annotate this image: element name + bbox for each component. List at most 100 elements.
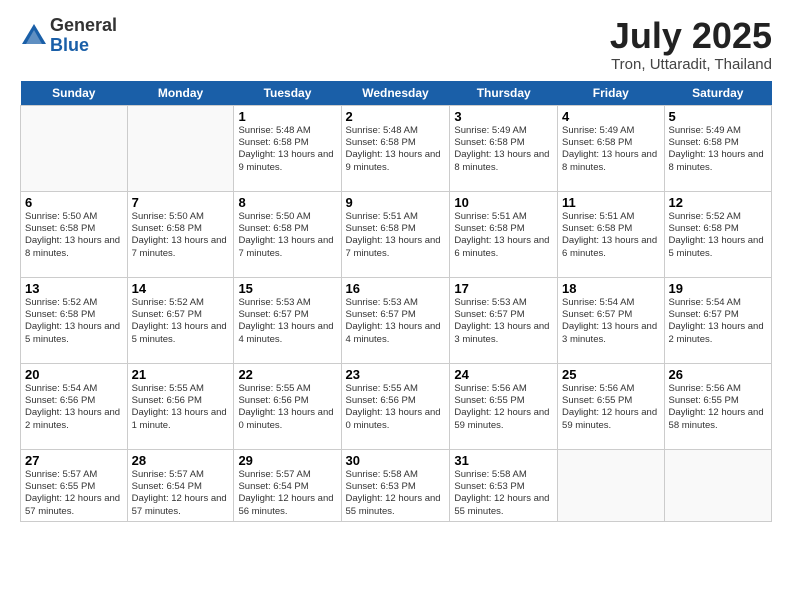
- table-row: 26Sunrise: 5:56 AM Sunset: 6:55 PM Dayli…: [664, 363, 771, 449]
- table-row: 23Sunrise: 5:55 AM Sunset: 6:56 PM Dayli…: [341, 363, 450, 449]
- day-info: Sunrise: 5:52 AM Sunset: 6:57 PM Dayligh…: [132, 297, 230, 346]
- day-info: Sunrise: 5:53 AM Sunset: 6:57 PM Dayligh…: [238, 297, 336, 346]
- table-row: 24Sunrise: 5:56 AM Sunset: 6:55 PM Dayli…: [450, 363, 558, 449]
- table-row: 14Sunrise: 5:52 AM Sunset: 6:57 PM Dayli…: [127, 277, 234, 363]
- day-info: Sunrise: 5:50 AM Sunset: 6:58 PM Dayligh…: [132, 211, 230, 260]
- table-row: 1Sunrise: 5:48 AM Sunset: 6:58 PM Daylig…: [234, 105, 341, 191]
- day-info: Sunrise: 5:54 AM Sunset: 6:57 PM Dayligh…: [669, 297, 767, 346]
- table-row: 13Sunrise: 5:52 AM Sunset: 6:58 PM Dayli…: [21, 277, 128, 363]
- header-row: Sunday Monday Tuesday Wednesday Thursday…: [21, 81, 772, 106]
- header-saturday: Saturday: [664, 81, 771, 106]
- day-number: 7: [132, 195, 230, 210]
- day-number: 17: [454, 281, 553, 296]
- day-number: 13: [25, 281, 123, 296]
- table-row: 6Sunrise: 5:50 AM Sunset: 6:58 PM Daylig…: [21, 191, 128, 277]
- day-number: 9: [346, 195, 446, 210]
- week-row-3: 13Sunrise: 5:52 AM Sunset: 6:58 PM Dayli…: [21, 277, 772, 363]
- logo-text: General Blue: [50, 16, 117, 56]
- day-number: 15: [238, 281, 336, 296]
- subtitle: Tron, Uttaradit, Thailand: [610, 56, 772, 73]
- day-info: Sunrise: 5:54 AM Sunset: 6:57 PM Dayligh…: [562, 297, 660, 346]
- week-row-2: 6Sunrise: 5:50 AM Sunset: 6:58 PM Daylig…: [21, 191, 772, 277]
- day-number: 3: [454, 109, 553, 124]
- logo-general: General: [50, 16, 117, 36]
- week-row-4: 20Sunrise: 5:54 AM Sunset: 6:56 PM Dayli…: [21, 363, 772, 449]
- day-number: 5: [669, 109, 767, 124]
- day-number: 23: [346, 367, 446, 382]
- day-info: Sunrise: 5:51 AM Sunset: 6:58 PM Dayligh…: [562, 211, 660, 260]
- day-info: Sunrise: 5:54 AM Sunset: 6:56 PM Dayligh…: [25, 383, 123, 432]
- table-row: 7Sunrise: 5:50 AM Sunset: 6:58 PM Daylig…: [127, 191, 234, 277]
- table-row: [21, 105, 128, 191]
- day-number: 1: [238, 109, 336, 124]
- table-row: 3Sunrise: 5:49 AM Sunset: 6:58 PM Daylig…: [450, 105, 558, 191]
- day-info: Sunrise: 5:49 AM Sunset: 6:58 PM Dayligh…: [562, 125, 660, 174]
- header-wednesday: Wednesday: [341, 81, 450, 106]
- table-row: [127, 105, 234, 191]
- week-row-5: 27Sunrise: 5:57 AM Sunset: 6:55 PM Dayli…: [21, 449, 772, 521]
- table-row: 10Sunrise: 5:51 AM Sunset: 6:58 PM Dayli…: [450, 191, 558, 277]
- table-row: 22Sunrise: 5:55 AM Sunset: 6:56 PM Dayli…: [234, 363, 341, 449]
- day-info: Sunrise: 5:56 AM Sunset: 6:55 PM Dayligh…: [669, 383, 767, 432]
- table-row: 9Sunrise: 5:51 AM Sunset: 6:58 PM Daylig…: [341, 191, 450, 277]
- day-info: Sunrise: 5:55 AM Sunset: 6:56 PM Dayligh…: [238, 383, 336, 432]
- table-row: 11Sunrise: 5:51 AM Sunset: 6:58 PM Dayli…: [558, 191, 665, 277]
- table-row: 31Sunrise: 5:58 AM Sunset: 6:53 PM Dayli…: [450, 449, 558, 521]
- day-number: 21: [132, 367, 230, 382]
- day-number: 10: [454, 195, 553, 210]
- day-number: 8: [238, 195, 336, 210]
- day-number: 6: [25, 195, 123, 210]
- day-number: 25: [562, 367, 660, 382]
- table-row: 8Sunrise: 5:50 AM Sunset: 6:58 PM Daylig…: [234, 191, 341, 277]
- day-number: 19: [669, 281, 767, 296]
- day-number: 18: [562, 281, 660, 296]
- day-number: 4: [562, 109, 660, 124]
- table-row: 15Sunrise: 5:53 AM Sunset: 6:57 PM Dayli…: [234, 277, 341, 363]
- day-info: Sunrise: 5:52 AM Sunset: 6:58 PM Dayligh…: [669, 211, 767, 260]
- day-info: Sunrise: 5:53 AM Sunset: 6:57 PM Dayligh…: [454, 297, 553, 346]
- table-row: 2Sunrise: 5:48 AM Sunset: 6:58 PM Daylig…: [341, 105, 450, 191]
- table-row: 29Sunrise: 5:57 AM Sunset: 6:54 PM Dayli…: [234, 449, 341, 521]
- title-block: July 2025 Tron, Uttaradit, Thailand: [610, 16, 772, 73]
- day-info: Sunrise: 5:55 AM Sunset: 6:56 PM Dayligh…: [346, 383, 446, 432]
- day-number: 11: [562, 195, 660, 210]
- day-info: Sunrise: 5:58 AM Sunset: 6:53 PM Dayligh…: [346, 469, 446, 518]
- day-info: Sunrise: 5:48 AM Sunset: 6:58 PM Dayligh…: [238, 125, 336, 174]
- day-number: 29: [238, 453, 336, 468]
- table-row: 18Sunrise: 5:54 AM Sunset: 6:57 PM Dayli…: [558, 277, 665, 363]
- day-info: Sunrise: 5:53 AM Sunset: 6:57 PM Dayligh…: [346, 297, 446, 346]
- day-number: 27: [25, 453, 123, 468]
- header-sunday: Sunday: [21, 81, 128, 106]
- day-number: 28: [132, 453, 230, 468]
- day-info: Sunrise: 5:50 AM Sunset: 6:58 PM Dayligh…: [238, 211, 336, 260]
- header: General Blue July 2025 Tron, Uttaradit, …: [20, 16, 772, 73]
- page: General Blue July 2025 Tron, Uttaradit, …: [0, 0, 792, 612]
- table-row: [664, 449, 771, 521]
- table-row: 19Sunrise: 5:54 AM Sunset: 6:57 PM Dayli…: [664, 277, 771, 363]
- table-row: 27Sunrise: 5:57 AM Sunset: 6:55 PM Dayli…: [21, 449, 128, 521]
- day-info: Sunrise: 5:55 AM Sunset: 6:56 PM Dayligh…: [132, 383, 230, 432]
- day-number: 14: [132, 281, 230, 296]
- day-info: Sunrise: 5:50 AM Sunset: 6:58 PM Dayligh…: [25, 211, 123, 260]
- table-row: 21Sunrise: 5:55 AM Sunset: 6:56 PM Dayli…: [127, 363, 234, 449]
- table-row: 20Sunrise: 5:54 AM Sunset: 6:56 PM Dayli…: [21, 363, 128, 449]
- day-number: 26: [669, 367, 767, 382]
- header-thursday: Thursday: [450, 81, 558, 106]
- day-info: Sunrise: 5:49 AM Sunset: 6:58 PM Dayligh…: [454, 125, 553, 174]
- main-title: July 2025: [610, 16, 772, 56]
- day-info: Sunrise: 5:52 AM Sunset: 6:58 PM Dayligh…: [25, 297, 123, 346]
- table-row: 5Sunrise: 5:49 AM Sunset: 6:58 PM Daylig…: [664, 105, 771, 191]
- logo: General Blue: [20, 16, 117, 56]
- day-info: Sunrise: 5:48 AM Sunset: 6:58 PM Dayligh…: [346, 125, 446, 174]
- day-info: Sunrise: 5:57 AM Sunset: 6:55 PM Dayligh…: [25, 469, 123, 518]
- table-row: 17Sunrise: 5:53 AM Sunset: 6:57 PM Dayli…: [450, 277, 558, 363]
- day-number: 20: [25, 367, 123, 382]
- logo-icon: [20, 22, 48, 50]
- day-info: Sunrise: 5:51 AM Sunset: 6:58 PM Dayligh…: [346, 211, 446, 260]
- table-row: 4Sunrise: 5:49 AM Sunset: 6:58 PM Daylig…: [558, 105, 665, 191]
- day-number: 16: [346, 281, 446, 296]
- week-row-1: 1Sunrise: 5:48 AM Sunset: 6:58 PM Daylig…: [21, 105, 772, 191]
- table-row: [558, 449, 665, 521]
- table-row: 30Sunrise: 5:58 AM Sunset: 6:53 PM Dayli…: [341, 449, 450, 521]
- day-info: Sunrise: 5:57 AM Sunset: 6:54 PM Dayligh…: [132, 469, 230, 518]
